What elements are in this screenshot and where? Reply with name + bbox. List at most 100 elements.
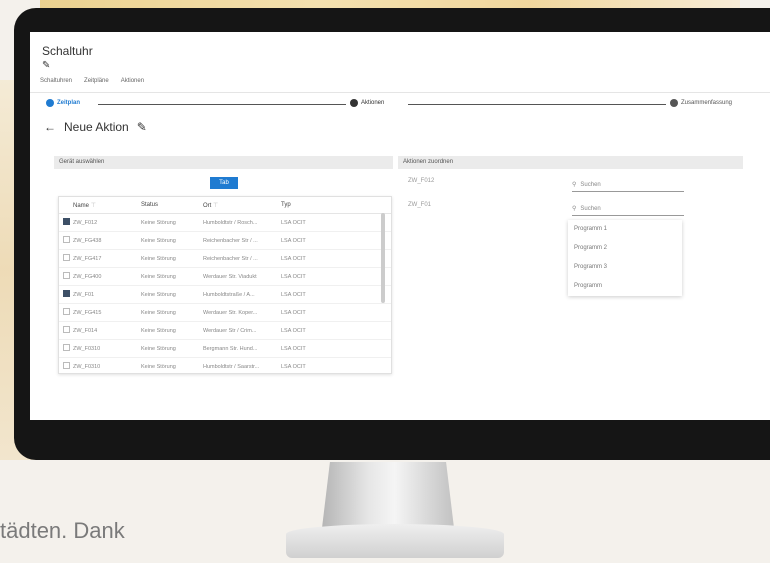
table-row[interactable]: ZW_F0310 Keine Störung Humboldtstr / Saars… [59,358,391,373]
step-zusammenfassung[interactable]: Zusammenfassung [670,99,732,107]
search-icon: ⚲ [572,182,577,188]
table-row[interactable]: ZW_FG438 Keine Störung Reichenbacher Str /… [59,232,391,250]
cell-name: ZW_F0310 [73,363,101,370]
cell-status: Keine Störung [141,363,176,370]
search-placeholder: Suchen [580,181,601,188]
cell-status: Keine Störung [141,345,176,352]
page-header: ← Neue Aktion ✎ [44,120,147,134]
cell-name: ZW_FG417 [73,255,102,262]
row-checkbox[interactable] [63,254,70,261]
step-label: Aktionen [361,100,385,106]
check-icon [46,99,54,107]
col-name[interactable]: Name ⊤ [73,202,141,209]
cell-name: ZW_FG438 [73,237,102,244]
cell-status: Keine Störung [141,327,176,334]
filter-icon: ⊤ [213,202,219,209]
cell-typ: LSA OCIT [281,327,306,334]
col-status[interactable]: Status [141,202,203,208]
panel-title-geraet: Gerät auswählen [54,156,393,169]
cell-name: ZW_FG400 [73,273,102,280]
cell-status: Keine Störung [141,219,176,226]
table-row[interactable]: ZW_FG415 Keine Störung Werdauer Str. Koper… [59,304,391,322]
search-input-2[interactable]: ⚲ Suchen [572,202,684,216]
cell-name: ZW_F0310 [73,345,101,352]
panel-title-aktionen: Aktionen zuordnen [398,156,743,169]
search-icon: ⚲ [572,206,577,212]
search-placeholder: Suchen [580,205,601,212]
table-header: Name ⊤ Status Ort ⊤ Typ [59,197,391,214]
page-title: Neue Aktion [64,120,129,134]
cell-ort: Werdauer Str / Crim... [203,327,257,334]
row-checkbox[interactable] [63,308,70,315]
cell-typ: LSA OCIT [281,255,306,262]
cell-typ: LSA OCIT [281,345,306,352]
monitor-stand [322,462,454,528]
cell-status: Keine Störung [141,291,176,298]
step-dot-icon [670,99,678,107]
row-checkbox[interactable] [63,272,70,279]
device-label-1: ZW_F012 [408,178,435,184]
back-arrow-icon[interactable]: ← [44,120,56,134]
search-input-1[interactable]: ⚲ Suchen [572,178,684,192]
row-checkbox[interactable] [63,290,70,297]
app-title: Schaltuhr [42,44,93,58]
stepper: Zeitplan Aktionen Zusammenfassung [46,99,766,113]
cell-status: Keine Störung [141,309,176,316]
row-checkbox[interactable] [63,362,70,369]
menu-item-aktionen[interactable]: Aktionen [121,78,144,84]
device-label-2: ZW_F01 [408,202,432,208]
top-menu: Schaltuhren Zeitpläne Aktionen [40,78,144,84]
cell-name: ZW_F012 [73,219,98,226]
cell-ort: Humboldtstr / Rosch... [203,219,258,226]
dropdown-option[interactable]: Programm 3 [568,258,682,277]
menu-item-zeitplaene[interactable]: Zeitpläne [84,78,109,84]
table-row[interactable]: ZW_F01 Keine Störung Humboldtstraße / A...… [59,286,391,304]
monitor-screen: Schaltuhr ✎ Schaltuhren Zeitpläne Aktion… [30,32,770,420]
monitor-base [286,524,504,558]
table-row[interactable]: ZW_F014 Keine Störung Werdauer Str / Crim.… [59,322,391,340]
col-typ[interactable]: Typ [281,202,341,208]
cell-status: Keine Störung [141,273,176,280]
step-connector [98,104,346,105]
cell-typ: LSA OCIT [281,273,306,280]
cell-name: ZW_F014 [73,327,98,334]
dropdown-option[interactable]: Programm 1 [568,220,682,239]
menu-divider [30,92,770,93]
caption-text: tädten. Dank [0,518,125,543]
cell-status: Keine Störung [141,237,176,244]
program-dropdown: Programm 1 Programm 2 Programm 3 Program… [568,220,682,296]
tab-button[interactable]: Tab [210,177,238,189]
cell-name: ZW_FG415 [73,309,102,316]
row-checkbox[interactable] [63,236,70,243]
row-checkbox[interactable] [63,326,70,333]
row-checkbox[interactable] [63,218,70,225]
edit-icon[interactable]: ✎ [42,60,50,71]
dropdown-option[interactable]: Programm [568,277,682,296]
step-aktionen[interactable]: Aktionen [350,99,384,107]
col-ort[interactable]: Ort ⊤ [203,202,281,209]
dropdown-option[interactable]: Programm 2 [568,239,682,258]
cell-ort: Reichenbacher Str / ... [203,255,258,262]
table-body: ZW_F012 Keine Störung Humboldtstr / Rosch.… [59,214,391,373]
menu-item-schaltuhren[interactable]: Schaltuhren [40,78,72,84]
table-row[interactable]: ZW_F0310 Keine Störung Bergmann Str. Hund.… [59,340,391,358]
cell-typ: LSA OCIT [281,309,306,316]
step-connector [408,104,666,105]
step-label: Zusammenfassung [681,100,733,106]
cell-ort: Humboldtstraße / A... [203,291,255,298]
table-row[interactable]: ZW_FG417 Keine Störung Reichenbacher Str /… [59,250,391,268]
step-label: Zeitplan [57,100,81,106]
cell-ort: Humboldtstr / Saarstr... [203,363,260,370]
edit-icon[interactable]: ✎ [137,120,147,134]
cell-ort: Werdauer Str. Koper... [203,309,258,316]
cell-ort: Bergmann Str. Hund... [203,345,258,352]
table-row[interactable]: ZW_FG400 Keine Störung Werdauer Str. Viadu… [59,268,391,286]
row-checkbox[interactable] [63,344,70,351]
scrollbar[interactable] [381,213,385,303]
cell-typ: LSA OCIT [281,291,306,298]
filter-icon: ⊤ [90,202,96,209]
step-zeitplan[interactable]: Zeitplan [46,99,80,107]
table-row[interactable]: ZW_F012 Keine Störung Humboldtstr / Rosch.… [59,214,391,232]
cell-status: Keine Störung [141,255,176,262]
device-table: Name ⊤ Status Ort ⊤ Typ ZW_F012 Keine Stö… [58,196,392,374]
